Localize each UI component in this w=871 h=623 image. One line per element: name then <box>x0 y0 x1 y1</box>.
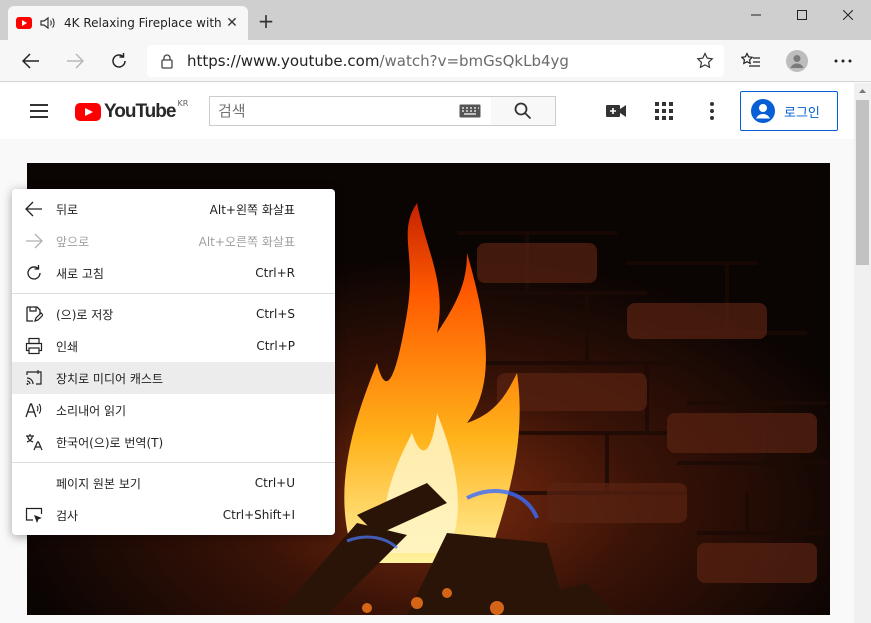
refresh-icon <box>25 264 43 282</box>
refresh-icon <box>112 53 126 68</box>
account-circle-icon <box>751 99 775 123</box>
login-label: 로그인 <box>784 105 820 121</box>
window-close-button[interactable] <box>825 0 871 30</box>
scroll-up-arrow-icon[interactable] <box>854 83 871 100</box>
menu-item-inspect[interactable]: 검사 Ctrl+Shift+I <box>12 499 335 531</box>
url-host: https://www.youtube.com <box>187 52 380 70</box>
menu-item-read-aloud[interactable]: 소리내어 읽기 <box>12 394 335 426</box>
menu-item-refresh[interactable]: 새로 고침 Ctrl+R <box>12 257 335 289</box>
browser-tab-youtube[interactable]: 4K Relaxing Fireplace with Crackling Fir… <box>8 6 248 40</box>
keyboard-icon[interactable] <box>459 104 481 118</box>
menu-item-shortcut: Ctrl+Shift+I <box>222 508 295 522</box>
translate-icon <box>25 433 43 451</box>
settings-more-button[interactable] <box>829 47 857 75</box>
scroll-thumb[interactable] <box>856 100 869 265</box>
print-icon <box>25 337 43 355</box>
youtube-search-box[interactable] <box>209 96 492 126</box>
menu-item-shortcut: Ctrl+R <box>255 266 295 280</box>
forward-button[interactable] <box>61 47 89 75</box>
menu-item-cast-media[interactable]: 장치로 미디어 캐스트 <box>12 362 335 394</box>
menu-item-shortcut: Alt+왼쪽 화살표 <box>209 202 295 217</box>
speaker-icon[interactable] <box>40 16 56 30</box>
maximize-icon <box>797 10 807 20</box>
menu-item-label: 한국어(으)로 번역(T) <box>56 435 164 450</box>
youtube-favicon-icon <box>16 17 32 29</box>
video-camera-plus-icon <box>606 105 626 117</box>
menu-item-shortcut: Ctrl+S <box>255 307 295 321</box>
search-input[interactable] <box>218 102 459 120</box>
youtube-header: YouTube KR 로그인 <box>0 83 854 139</box>
apps-grid-icon <box>655 102 673 120</box>
youtube-logo[interactable]: YouTube KR <box>75 99 189 123</box>
search-icon <box>514 102 532 120</box>
more-vertical-icon <box>710 102 714 120</box>
menu-item-view-source[interactable]: 페이지 원본 보기 Ctrl+U <box>12 467 335 499</box>
save-as-icon <box>25 305 43 323</box>
menu-item-label: 장치로 미디어 캐스트 <box>56 371 163 386</box>
menu-item-back[interactable]: 뒤로 Alt+왼쪽 화살표 <box>12 193 335 225</box>
menu-item-shortcut: Ctrl+P <box>256 339 295 353</box>
youtube-logo-text: YouTube <box>104 101 176 122</box>
menu-item-label: 소리내어 읽기 <box>56 403 127 418</box>
search-button[interactable] <box>491 96 556 126</box>
menu-separator <box>12 293 335 294</box>
minimize-icon <box>751 14 761 16</box>
favorite-star-icon[interactable] <box>696 52 714 70</box>
youtube-apps-button[interactable] <box>653 101 675 121</box>
menu-separator <box>12 462 335 463</box>
menu-item-print[interactable]: 인쇄 Ctrl+P <box>12 330 335 362</box>
address-bar[interactable]: https://www.youtube.com/watch?v=bmGsQkLb… <box>147 45 724 77</box>
new-tab-button[interactable]: + <box>256 11 276 32</box>
back-arrow-icon <box>22 53 39 69</box>
forward-arrow-icon <box>67 53 84 69</box>
back-arrow-icon <box>25 200 43 218</box>
login-button[interactable]: 로그인 <box>740 91 838 131</box>
window-maximize-button[interactable] <box>779 0 825 30</box>
more-horizontal-icon <box>834 59 852 63</box>
youtube-logo-icon <box>75 103 101 121</box>
favorites-list-icon <box>741 52 760 67</box>
read-aloud-icon <box>25 401 43 419</box>
profile-button[interactable] <box>783 47 811 75</box>
tab-close-icon[interactable]: ✕ <box>224 15 240 31</box>
page-scrollbar[interactable] <box>854 83 871 623</box>
menu-item-translate[interactable]: 한국어(으)로 번역(T) <box>12 426 335 458</box>
create-video-button[interactable] <box>605 101 627 121</box>
tab-title: 4K Relaxing Fireplace with Crackling Fir… <box>64 16 224 30</box>
reload-button[interactable] <box>105 47 133 75</box>
menu-item-shortcut: Ctrl+U <box>254 476 295 490</box>
back-button[interactable] <box>17 47 45 75</box>
cast-icon <box>25 369 43 387</box>
url-text[interactable]: https://www.youtube.com/watch?v=bmGsQkLb… <box>187 52 569 70</box>
browser-toolbar: https://www.youtube.com/watch?v=bmGsQkLb… <box>0 40 871 82</box>
close-icon <box>843 10 853 20</box>
window-minimize-button[interactable] <box>733 0 779 30</box>
inspect-icon <box>25 506 43 524</box>
hamburger-menu-icon[interactable] <box>28 101 50 121</box>
tab-strip: 4K Relaxing Fireplace with Crackling Fir… <box>0 0 871 40</box>
menu-item-forward[interactable]: 앞으로 Alt+오른쪽 화살표 <box>12 225 335 257</box>
lock-icon[interactable] <box>159 53 175 69</box>
profile-avatar-icon <box>786 50 808 72</box>
forward-arrow-icon <box>25 232 43 250</box>
youtube-settings-button[interactable] <box>701 101 723 121</box>
menu-item-save-as[interactable]: (으)로 저장 Ctrl+S <box>12 298 335 330</box>
youtube-region-label: KR <box>177 99 189 108</box>
url-path: /watch?v=bmGsQkLb4yg <box>379 52 569 70</box>
empty-icon-slot <box>25 474 43 492</box>
context-menu: 뒤로 Alt+왼쪽 화살표 앞으로 Alt+오른쪽 화살표 새로 고침 Ctrl… <box>12 189 335 535</box>
favorites-button[interactable] <box>737 47 765 75</box>
menu-item-shortcut: Alt+오른쪽 화살표 <box>198 234 295 249</box>
